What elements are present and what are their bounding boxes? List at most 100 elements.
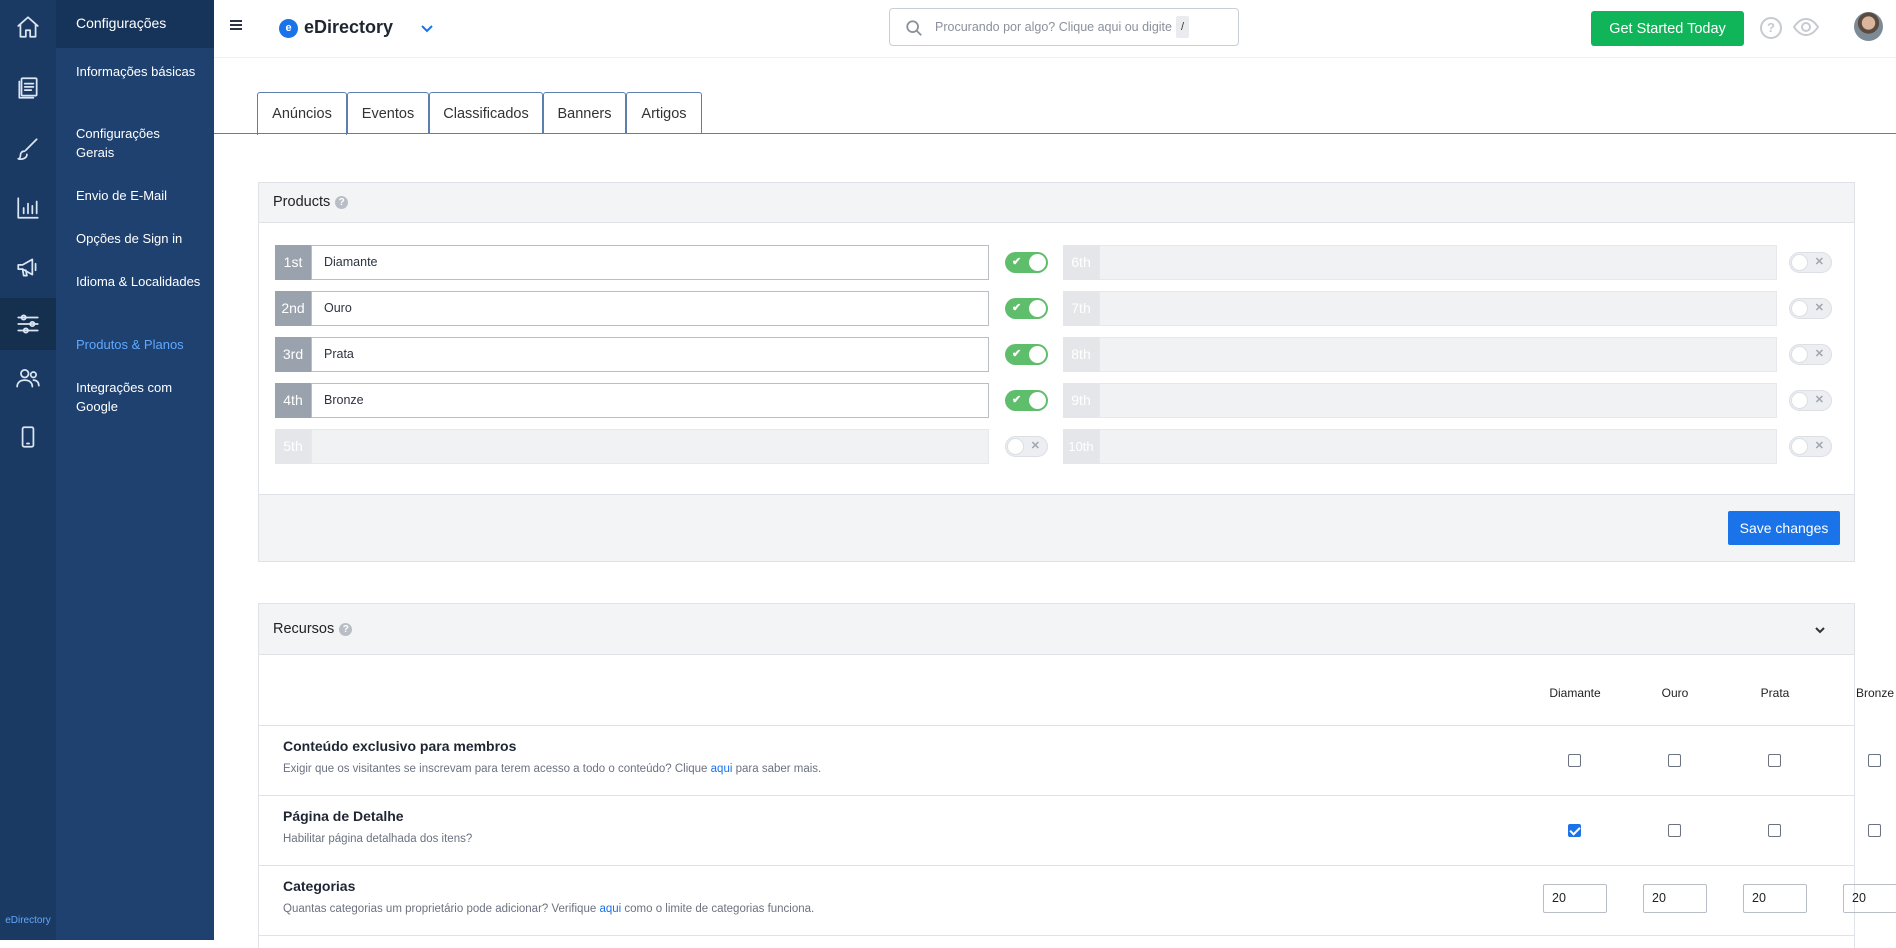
- feature-checkbox[interactable]: [1868, 824, 1881, 837]
- close-icon: ✕: [1030, 440, 1040, 452]
- get-started-button[interactable]: Get Started Today: [1591, 11, 1744, 46]
- level-toggle[interactable]: ✕: [1005, 436, 1048, 457]
- sidebar-title: Configurações: [56, 0, 214, 48]
- row-divider: [259, 795, 1854, 796]
- menu-icon[interactable]: [230, 20, 242, 30]
- content-icon[interactable]: [0, 64, 56, 112]
- user-avatar[interactable]: [1854, 12, 1883, 41]
- tab-eventos[interactable]: Eventos: [347, 92, 429, 134]
- level-name-input[interactable]: [1099, 429, 1777, 464]
- sidebar-item-produtos-planos[interactable]: Produtos & Planos: [76, 335, 201, 354]
- chevron-down-icon[interactable]: [1814, 624, 1826, 636]
- tab-banners[interactable]: Banners: [543, 92, 626, 134]
- sidebar-item-configuracoes-gerais[interactable]: Configurações Gerais: [76, 124, 201, 162]
- level-label: 4th: [275, 383, 311, 418]
- level-toggle[interactable]: ✕: [1789, 390, 1832, 411]
- promotion-megaphone-icon[interactable]: [0, 243, 56, 291]
- level-toggle[interactable]: ✔: [1005, 390, 1048, 411]
- products-title: Products: [273, 194, 331, 210]
- column-header: Prata: [1760, 686, 1790, 700]
- sidebar-item-integracoes-google[interactable]: Integrações com Google: [76, 378, 201, 416]
- feature-title: Conteúdo exclusivo para membros: [283, 738, 517, 754]
- brand-name: eDirectory: [304, 17, 394, 37]
- tab-artigos[interactable]: Artigos: [626, 92, 702, 134]
- column-header: Diamante: [1549, 686, 1601, 700]
- tab-classificados[interactable]: Classificados: [429, 92, 543, 134]
- sidebar-item-idioma[interactable]: Idioma & Localidades: [76, 272, 201, 291]
- learn-more-link[interactable]: aqui: [599, 903, 621, 915]
- search-input[interactable]: [935, 17, 1180, 37]
- eye-preview-icon[interactable]: [1792, 16, 1820, 38]
- row-divider: [259, 865, 1854, 866]
- level-label: 3rd: [275, 337, 311, 372]
- level-toggle[interactable]: ✔: [1005, 344, 1048, 365]
- rail-brand-label: eDirectory: [5, 915, 51, 926]
- feature-checkbox[interactable]: [1768, 754, 1781, 767]
- save-changes-button[interactable]: Save changes: [1728, 511, 1840, 545]
- products-header: Products?: [259, 183, 1854, 223]
- level-name-input[interactable]: [1099, 383, 1777, 418]
- level-name-input[interactable]: Bronze: [311, 383, 989, 418]
- tabs-divider: [214, 133, 1896, 134]
- level-label: 1st: [275, 245, 311, 280]
- search-shortcut-key: /: [1176, 16, 1189, 38]
- row-divider: [259, 935, 1854, 936]
- icon-rail: eDirectory: [0, 0, 56, 940]
- brand-logo-icon: e: [279, 19, 298, 38]
- level-name-input[interactable]: [311, 429, 989, 464]
- category-limit-input[interactable]: 20: [1543, 884, 1607, 913]
- search-icon: [906, 20, 922, 36]
- home-icon[interactable]: [0, 3, 56, 51]
- level-name-input[interactable]: Prata: [311, 337, 989, 372]
- level-toggle[interactable]: ✔: [1005, 298, 1048, 319]
- level-name-input[interactable]: [1099, 337, 1777, 372]
- settings-sidebar: Configurações Informações básicas Config…: [56, 0, 214, 940]
- level-name-input[interactable]: [1099, 245, 1777, 280]
- reports-chart-icon[interactable]: [0, 184, 56, 232]
- feature-checkbox[interactable]: [1768, 824, 1781, 837]
- users-icon[interactable]: [0, 354, 56, 402]
- feature-title: Categorias: [283, 878, 356, 894]
- feature-checkbox[interactable]: [1668, 824, 1681, 837]
- level-name-input[interactable]: Diamante: [311, 245, 989, 280]
- settings-sliders-icon[interactable]: [0, 298, 56, 350]
- level-toggle[interactable]: ✕: [1789, 298, 1832, 319]
- level-label: 6th: [1063, 245, 1099, 280]
- top-bar: e eDirectory / Get Started Today ?: [214, 0, 1896, 58]
- level-label: 7th: [1063, 291, 1099, 326]
- check-icon: ✔: [1012, 302, 1022, 314]
- feature-checkbox[interactable]: [1568, 824, 1581, 837]
- help-icon[interactable]: ?: [339, 623, 353, 636]
- sidebar-item-envio-email[interactable]: Envio de E-Mail: [76, 186, 201, 205]
- resources-card: Recursos? Diamante Ouro Prata Bronze Con…: [258, 603, 1896, 948]
- help-icon[interactable]: ?: [335, 196, 349, 209]
- sidebar-item-informacoes-basicas[interactable]: Informações básicas: [76, 62, 201, 81]
- help-icon[interactable]: ?: [1760, 17, 1782, 39]
- tab-anuncios[interactable]: Anúncios: [257, 92, 347, 135]
- sidebar-item-sign-in[interactable]: Opções de Sign in: [76, 229, 201, 248]
- category-limit-input[interactable]: 20: [1843, 884, 1896, 913]
- level-name-input[interactable]: Ouro: [311, 291, 989, 326]
- level-label: 9th: [1063, 383, 1099, 418]
- level-toggle[interactable]: ✔: [1005, 252, 1048, 273]
- category-limit-input[interactable]: 20: [1643, 884, 1707, 913]
- column-header: Bronze: [1855, 686, 1895, 700]
- feature-description: Quantas categorias um proprietário pode …: [283, 903, 815, 915]
- learn-more-link[interactable]: aqui: [711, 763, 733, 775]
- mobile-app-icon[interactable]: [0, 413, 56, 461]
- level-toggle[interactable]: ✕: [1789, 252, 1832, 273]
- feature-checkbox[interactable]: [1868, 754, 1881, 767]
- feature-checkbox[interactable]: [1668, 754, 1681, 767]
- feature-checkbox[interactable]: [1568, 754, 1581, 767]
- design-brush-icon[interactable]: [0, 125, 56, 173]
- level-name-input[interactable]: [1099, 291, 1777, 326]
- close-icon: ✕: [1814, 302, 1824, 314]
- search-box: /: [889, 8, 1239, 46]
- level-toggle[interactable]: ✕: [1789, 344, 1832, 365]
- chevron-down-icon[interactable]: [419, 20, 435, 36]
- level-toggle[interactable]: ✕: [1789, 436, 1832, 457]
- feature-description: Exigir que os visitantes se inscrevam pa…: [283, 763, 822, 775]
- resources-header[interactable]: Recursos?: [259, 604, 1854, 655]
- level-label: 8th: [1063, 337, 1099, 372]
- category-limit-input[interactable]: 20: [1743, 884, 1807, 913]
